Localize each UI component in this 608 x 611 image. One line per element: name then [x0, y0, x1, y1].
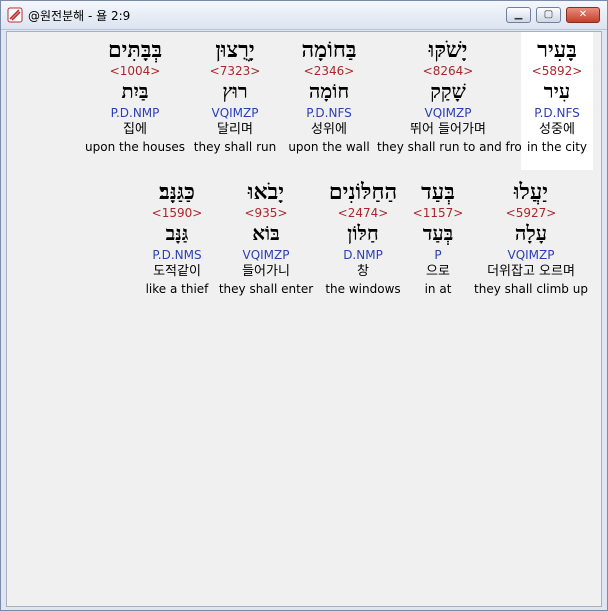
lemma: שָׁקַק: [430, 79, 466, 103]
close-icon: ✕: [578, 9, 588, 20]
hebrew-word: בְּעַד: [421, 179, 455, 205]
title-bar[interactable]: @원전분해 - 욜 2:9 ▁ ▢ ✕: [1, 1, 607, 30]
word-column[interactable]: בְּעַד <1157> בְּעַד P 으로 in at: [412, 179, 464, 297]
lemma: עִיר: [543, 79, 571, 103]
lemma: בַּיִת: [121, 79, 149, 103]
hebrew-word: כַּגַּנָּב׃: [159, 179, 195, 205]
word-column[interactable]: בְּבָּתִּים <1004> בַּיִת P.D.NMP 집에 upo…: [85, 37, 185, 155]
strongs-number[interactable]: <8264>: [377, 63, 519, 79]
hebrew-word: בָּעִיר: [537, 37, 577, 63]
strongs-number[interactable]: <2474>: [319, 205, 407, 221]
word-analysis-panel: בְּבָּתִּים <1004> בַּיִת P.D.NMP 집에 upo…: [6, 31, 602, 607]
korean-gloss: 더위잡고 오르며: [487, 264, 575, 279]
word-column[interactable]: יַעֲלוּ <5927> עָלָה VQIMZP 더위잡고 오르며 the…: [469, 179, 593, 297]
english-gloss: like a thief: [145, 282, 209, 296]
close-button[interactable]: ✕: [566, 7, 600, 23]
parsing-code: VQIMZP: [507, 248, 555, 262]
english-gloss: they shall climb up: [474, 282, 588, 296]
english-gloss: the windows: [325, 282, 401, 296]
parsing-code: P.D.NMP: [110, 106, 160, 120]
strongs-number[interactable]: <7323>: [190, 63, 280, 79]
parsing-code: D.NMP: [343, 248, 383, 262]
english-gloss: upon the wall: [288, 140, 370, 154]
word-column[interactable]: הַחַלּוֹנִים <2474> חַלּוֹן D.NMP 창 the …: [319, 179, 407, 297]
parsing-code: VQIMZP: [424, 106, 472, 120]
korean-gloss: 성중에: [539, 122, 575, 137]
strongs-number[interactable]: <1004>: [85, 63, 185, 79]
korean-gloss: 달리며: [217, 122, 253, 137]
hebrew-word: יָשֹׁקּוּ: [428, 37, 468, 63]
strongs-number[interactable]: <935>: [217, 205, 315, 221]
word-column[interactable]: יָשֹׁקּוּ <8264> שָׁקַק VQIMZP 뛰어 들어가며 t…: [377, 37, 522, 155]
hebrew-word: יָבֹאוּ: [247, 179, 285, 205]
hebrew-word: בְּבָּתִּים: [107, 37, 163, 63]
parsing-code: VQIMZP: [242, 248, 290, 262]
app-icon: [7, 7, 23, 23]
lemma: חוֹמָה: [308, 79, 350, 103]
lemma: חַלּוֹן: [347, 221, 379, 245]
lemma: בְּעַד: [422, 221, 454, 245]
word-column[interactable]: יָרֻצוּן <7323> רוּץ VQIMZP 달리며 they sha…: [190, 37, 280, 155]
english-gloss: they shall enter: [218, 282, 314, 296]
strongs-number[interactable]: <1590>: [142, 205, 212, 221]
korean-gloss: 집에: [123, 122, 147, 137]
strongs-number[interactable]: <1157>: [412, 205, 464, 221]
minimize-icon: ▁: [514, 9, 523, 20]
maximize-button[interactable]: ▢: [536, 7, 561, 23]
word-column-selected[interactable]: בָּעִיר <5892> עִיר P.D.NFS 성중에 in the c…: [521, 32, 593, 170]
word-column[interactable]: יָבֹאוּ <935> בּוֹא VQIMZP 들어가니 they sha…: [217, 179, 315, 297]
hebrew-word: בַּחוֹמָה: [301, 37, 357, 63]
english-gloss: in at: [424, 282, 452, 296]
lemma: גַּנָּב: [165, 221, 189, 245]
hebrew-word: יָרֻצוּן: [215, 37, 255, 63]
parsing-code: P.D.NFS: [534, 106, 580, 120]
lemma: רוּץ: [222, 79, 248, 103]
lemma: בּוֹא: [252, 221, 280, 245]
korean-gloss: 성위에: [311, 122, 347, 137]
strongs-number[interactable]: <5927>: [469, 205, 593, 221]
parsing-code: P.D.NFS: [306, 106, 352, 120]
korean-gloss: 뛰어 들어가며: [410, 122, 486, 137]
minimize-button[interactable]: ▁: [506, 7, 531, 23]
english-gloss: in the city: [527, 140, 587, 154]
hebrew-word: הַחַלּוֹנִים: [328, 179, 398, 205]
english-gloss: they shall run: [193, 140, 277, 154]
word-column[interactable]: בַּחוֹמָה <2346> חוֹמָה P.D.NFS 성위에 upon…: [284, 37, 374, 155]
lemma: עָלָה: [514, 221, 548, 245]
hebrew-word: יַעֲלוּ: [513, 179, 549, 205]
parsing-code: P.D.NMS: [152, 248, 202, 262]
korean-gloss: 도적같이: [153, 264, 201, 279]
strongs-number[interactable]: <2346>: [284, 63, 374, 79]
app-window: @원전분해 - 욜 2:9 ▁ ▢ ✕ בְּבָּתִּים <1004> ב…: [0, 0, 608, 611]
english-gloss: upon the houses: [85, 140, 185, 154]
word-column[interactable]: כַּגַּנָּב׃ <1590> גַּנָּב P.D.NMS 도적같이 …: [142, 179, 212, 297]
korean-gloss: 창: [357, 264, 369, 279]
maximize-icon: ▢: [543, 9, 554, 20]
english-gloss: they shall run to and fro: [377, 140, 522, 154]
parsing-code: P: [434, 248, 442, 262]
parsing-code: VQIMZP: [211, 106, 259, 120]
korean-gloss: 들어가니: [242, 264, 290, 279]
korean-gloss: 으로: [426, 264, 450, 279]
window-title: @원전분해 - 욜 2:9: [28, 9, 131, 23]
strongs-number[interactable]: <5892>: [521, 63, 593, 79]
